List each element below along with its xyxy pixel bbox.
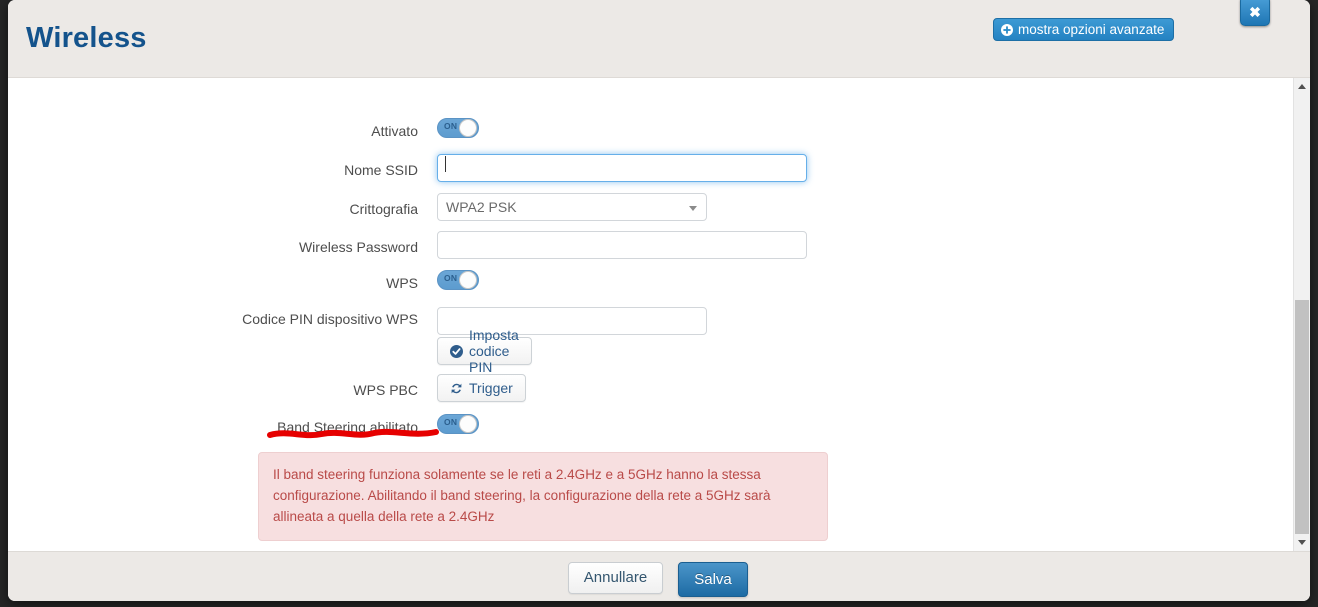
toggle-state-label: ON (444, 121, 458, 131)
text-cursor (445, 156, 446, 172)
toggle-knob (459, 271, 477, 289)
label-wireless-password: Wireless Password (298, 239, 418, 255)
chevron-down-icon (689, 206, 697, 211)
show-advanced-options-label: mostra opzioni avanzate (1018, 22, 1165, 37)
label-codice-pin: Codice PIN dispositivo WPS (242, 311, 418, 327)
dialog-body: Attivato ON Nome SSID Crittografia WPA2 … (8, 78, 1310, 551)
close-icon[interactable]: ✖ (1240, 0, 1270, 26)
label-attivato: Attivato (371, 123, 418, 139)
dialog-footer: Annullare Salva (8, 551, 1310, 601)
toggle-band-steering[interactable]: ON (437, 414, 479, 434)
label-band-steering: Band Steering abilitato (277, 419, 418, 435)
cancel-button[interactable]: Annullare (568, 562, 663, 594)
scroll-down-arrow-icon[interactable] (1294, 534, 1310, 551)
label-wps-pbc: WPS PBC (353, 382, 418, 398)
imposta-codice-pin-button[interactable]: Imposta codice PIN (437, 327, 532, 375)
scrollbar-thumb[interactable] (1295, 300, 1309, 534)
toggle-knob (459, 119, 477, 137)
scroll-up-arrow-icon[interactable] (1294, 78, 1310, 95)
trigger-button[interactable]: Trigger (437, 374, 526, 402)
plus-circle-icon (1001, 23, 1013, 36)
label-wps: WPS (386, 275, 418, 291)
label-nome-ssid: Nome SSID (344, 162, 418, 178)
nome-ssid-input[interactable] (437, 154, 807, 182)
vertical-scrollbar[interactable] (1293, 78, 1310, 551)
dialog-header: Wireless mostra opzioni avanzate ✖ (8, 0, 1310, 78)
wireless-settings-dialog: Wireless mostra opzioni avanzate ✖ Attiv… (8, 0, 1310, 601)
wireless-password-input[interactable] (437, 231, 807, 259)
page-title: Wireless (26, 22, 147, 54)
save-button[interactable]: Salva (678, 562, 748, 597)
label-crittografia: Crittografia (349, 201, 418, 217)
crittografia-select[interactable]: WPA2 PSK (437, 193, 707, 221)
toggle-state-label: ON (444, 417, 458, 427)
imposta-codice-pin-label: Imposta codice PIN (469, 327, 519, 375)
toggle-knob (459, 415, 477, 433)
toggle-wps[interactable]: ON (437, 270, 479, 290)
show-advanced-options-button[interactable]: mostra opzioni avanzate (993, 18, 1175, 41)
toggle-state-label: ON (444, 273, 458, 283)
check-circle-icon (450, 344, 463, 358)
toggle-attivato[interactable]: ON (437, 118, 479, 138)
crittografia-selected-value: WPA2 PSK (446, 199, 517, 215)
trigger-label: Trigger (469, 380, 513, 396)
band-steering-warning: Il band steering funziona solamente se l… (258, 452, 828, 541)
refresh-icon (450, 382, 463, 395)
